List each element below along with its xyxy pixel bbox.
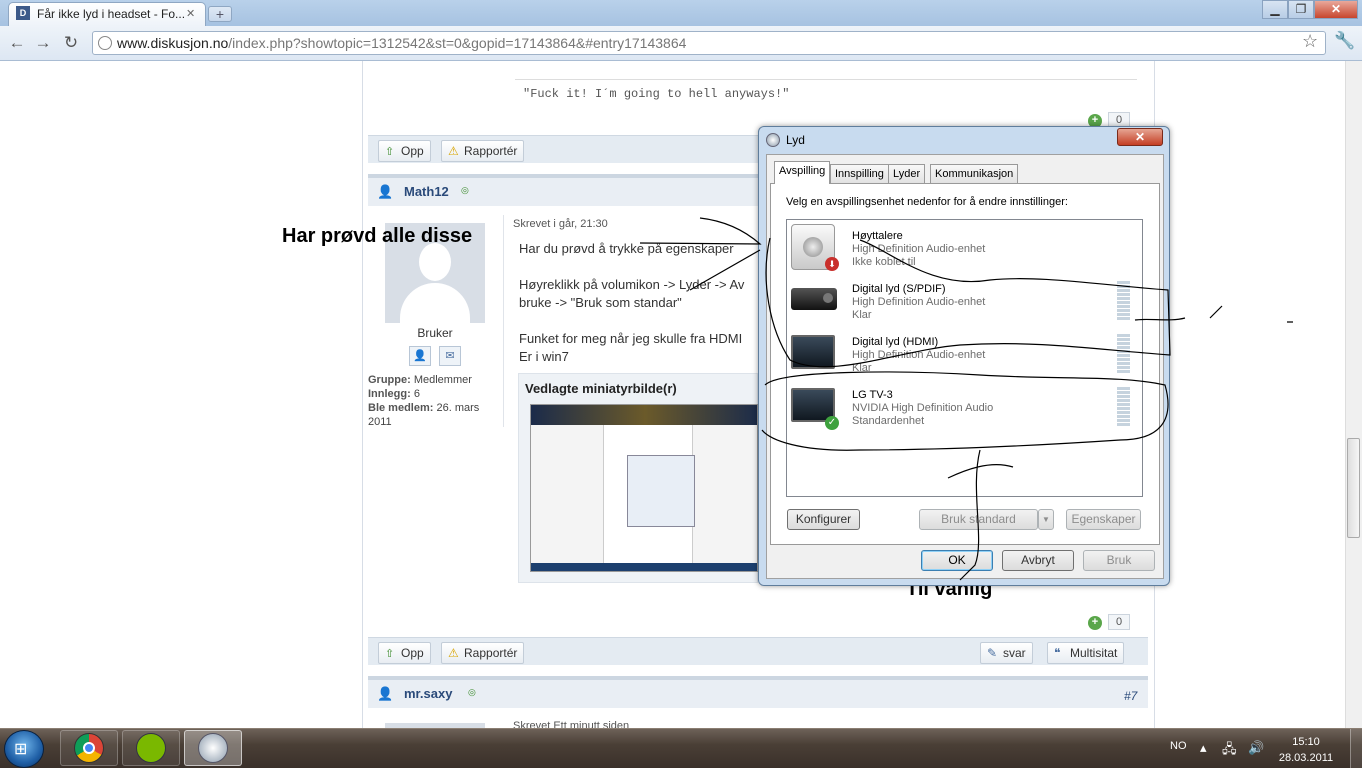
volume-icon[interactable]: 🔊 bbox=[1248, 740, 1264, 756]
chrome-icon-center bbox=[83, 742, 95, 754]
clock-date: 28.03.2011 bbox=[1278, 752, 1334, 764]
spotify-icon bbox=[136, 733, 166, 763]
clock-time: 15:10 bbox=[1292, 736, 1320, 748]
scribble-loop-bottom bbox=[761, 371, 1169, 451]
scribble-loop-top bbox=[765, 237, 1171, 368]
scribble-right bbox=[1134, 305, 1293, 323]
tab-playback[interactable]: Avspilling bbox=[774, 161, 831, 184]
sound-app-icon bbox=[198, 733, 228, 763]
scribble-line-down bbox=[947, 449, 1014, 581]
language-indicator[interactable]: NO bbox=[1170, 740, 1187, 752]
scribble-overlay bbox=[639, 217, 1293, 581]
windows-logo-icon: ⊞ bbox=[14, 741, 28, 758]
scribble-arrow-left bbox=[639, 217, 762, 291]
network-icon[interactable]: 🖧 bbox=[1222, 740, 1237, 762]
show-hidden-icons-icon[interactable]: ▴ bbox=[1200, 740, 1207, 756]
show-desktop-button[interactable] bbox=[1350, 729, 1362, 768]
clock[interactable]: 15:10 28.03.2011 bbox=[1270, 734, 1342, 766]
